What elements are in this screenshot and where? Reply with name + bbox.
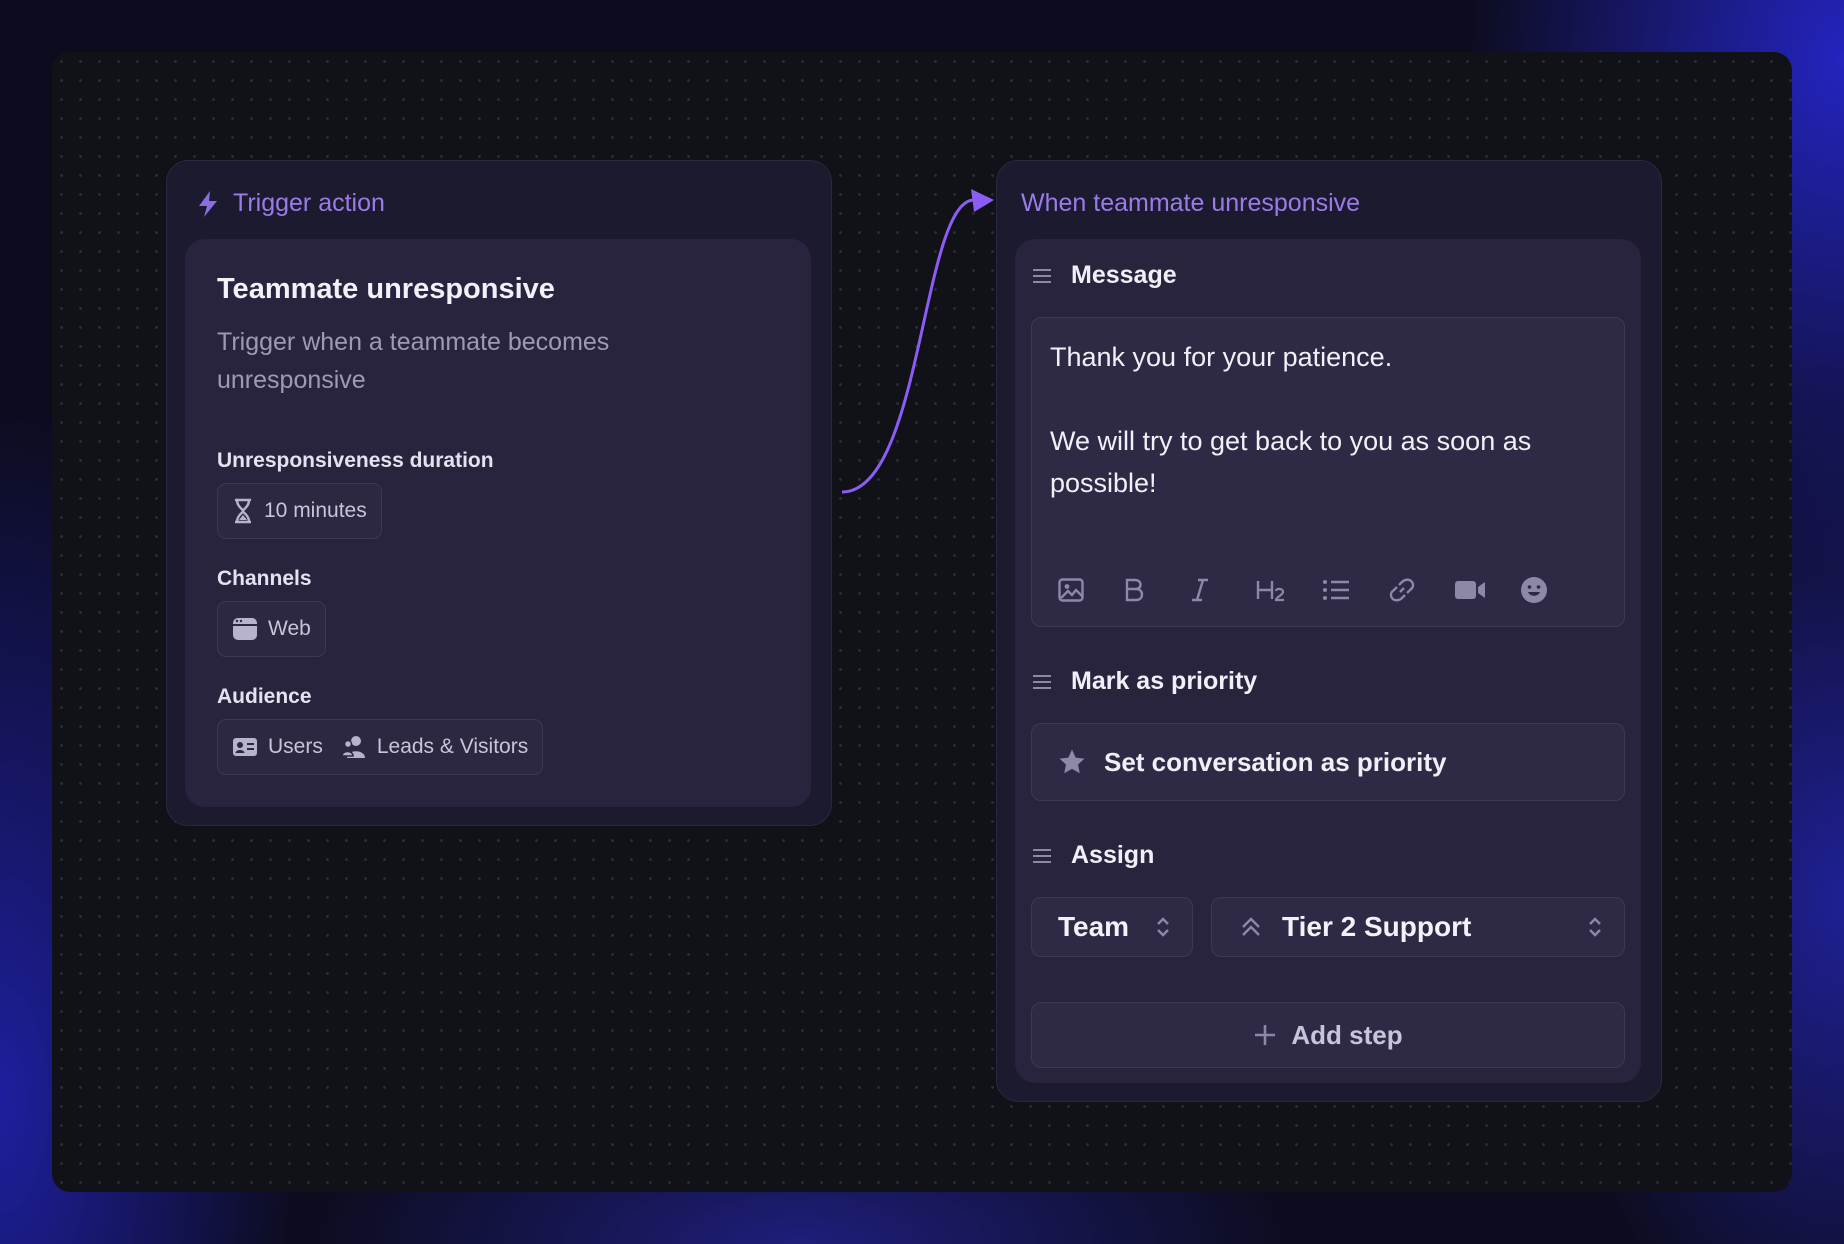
action-node-title: When teammate unresponsive <box>1021 189 1361 217</box>
trigger-description: Trigger when a teammate becomes unrespon… <box>217 328 610 394</box>
bullet-list-button[interactable] <box>1322 570 1388 610</box>
channel-chip-web[interactable]: Web <box>217 601 326 657</box>
trigger-heading: Teammate unresponsive <box>217 273 555 305</box>
audience-label: Audience <box>217 685 312 708</box>
emoji-icon <box>1521 577 1547 603</box>
message-step-title: Message <box>1071 261 1177 289</box>
duration-label: Unresponsiveness duration <box>217 449 494 472</box>
audience-users: Users <box>268 735 323 758</box>
emoji-button[interactable] <box>1520 570 1586 610</box>
assign-step-title: Assign <box>1071 841 1155 869</box>
duration-value: 10 minutes <box>264 499 367 522</box>
trigger-title-text: Trigger action <box>233 189 385 217</box>
heading-2-icon <box>1256 581 1285 602</box>
priority-option[interactable]: Set conversation as priority <box>1031 723 1625 801</box>
drag-handle-icon[interactable] <box>1033 848 1051 864</box>
star-icon <box>1059 749 1085 774</box>
trigger-node[interactable]: Trigger action Teammate unresponsive Tri… <box>166 160 832 826</box>
channel-web-label: Web <box>268 617 311 640</box>
trigger-node-title: Trigger action <box>197 189 385 218</box>
link-icon <box>1389 578 1415 602</box>
channels-label: Channels <box>217 567 312 590</box>
chevron-up-down-icon <box>1589 917 1601 937</box>
lightning-icon <box>199 190 217 217</box>
assign-type-select[interactable]: Team <box>1031 897 1193 957</box>
priority-step-header[interactable]: Mark as priority <box>1033 667 1257 696</box>
assign-type-value: Team <box>1058 911 1130 942</box>
link-button[interactable] <box>1388 570 1454 610</box>
image-button[interactable] <box>1058 570 1124 610</box>
workflow-canvas[interactable]: Trigger action Teammate unresponsive Tri… <box>52 52 1792 1192</box>
message-text[interactable]: Thank you for your patience. We will try… <box>1050 336 1610 504</box>
add-step-button[interactable]: Add step <box>1031 1002 1625 1068</box>
assign-target-select[interactable]: Tier 2 Support <box>1211 897 1625 957</box>
video-button[interactable] <box>1454 570 1520 610</box>
heading-button[interactable] <box>1256 570 1322 610</box>
browser-window-icon <box>233 618 257 640</box>
image-icon <box>1058 578 1084 602</box>
trigger-card[interactable]: Teammate unresponsive Trigger when a tea… <box>185 239 811 807</box>
editor-toolbar <box>1058 570 1586 610</box>
assign-step-header[interactable]: Assign <box>1033 841 1154 870</box>
drag-handle-icon[interactable] <box>1033 268 1051 284</box>
action-node[interactable]: When teammate unresponsive Message Thank… <box>996 160 1662 1102</box>
bold-button[interactable] <box>1124 570 1190 610</box>
audience-leads-visitors: Leads & Visitors <box>376 735 529 758</box>
message-editor[interactable]: Thank you for your patience. We will try… <box>1031 317 1625 627</box>
priority-step-title: Mark as priority <box>1071 667 1258 695</box>
italic-button[interactable] <box>1190 570 1256 610</box>
users-icon <box>341 736 365 758</box>
action-steps-card: Message Thank you for your patience. We … <box>1015 239 1641 1083</box>
hourglass-icon <box>235 498 251 524</box>
bold-icon <box>1125 578 1144 602</box>
add-step-label: Add step <box>1291 1019 1403 1050</box>
video-icon <box>1455 581 1485 599</box>
id-card-icon <box>233 738 257 756</box>
message-step-header[interactable]: Message <box>1033 261 1177 290</box>
plus-icon <box>1255 1025 1276 1045</box>
chevron-up-down-icon <box>1157 917 1169 937</box>
audience-chip[interactable]: Users Leads & Visitors <box>217 719 544 775</box>
assign-target-value: Tier 2 Support <box>1282 911 1472 942</box>
double-chevron-up-icon <box>1242 917 1260 936</box>
drag-handle-icon[interactable] <box>1033 674 1051 690</box>
duration-chip[interactable]: 10 minutes <box>217 483 382 539</box>
connector-arrowhead <box>971 189 994 212</box>
priority-option-label: Set conversation as priority <box>1104 746 1447 777</box>
bullet-list-icon <box>1323 580 1349 600</box>
italic-icon <box>1192 578 1208 602</box>
